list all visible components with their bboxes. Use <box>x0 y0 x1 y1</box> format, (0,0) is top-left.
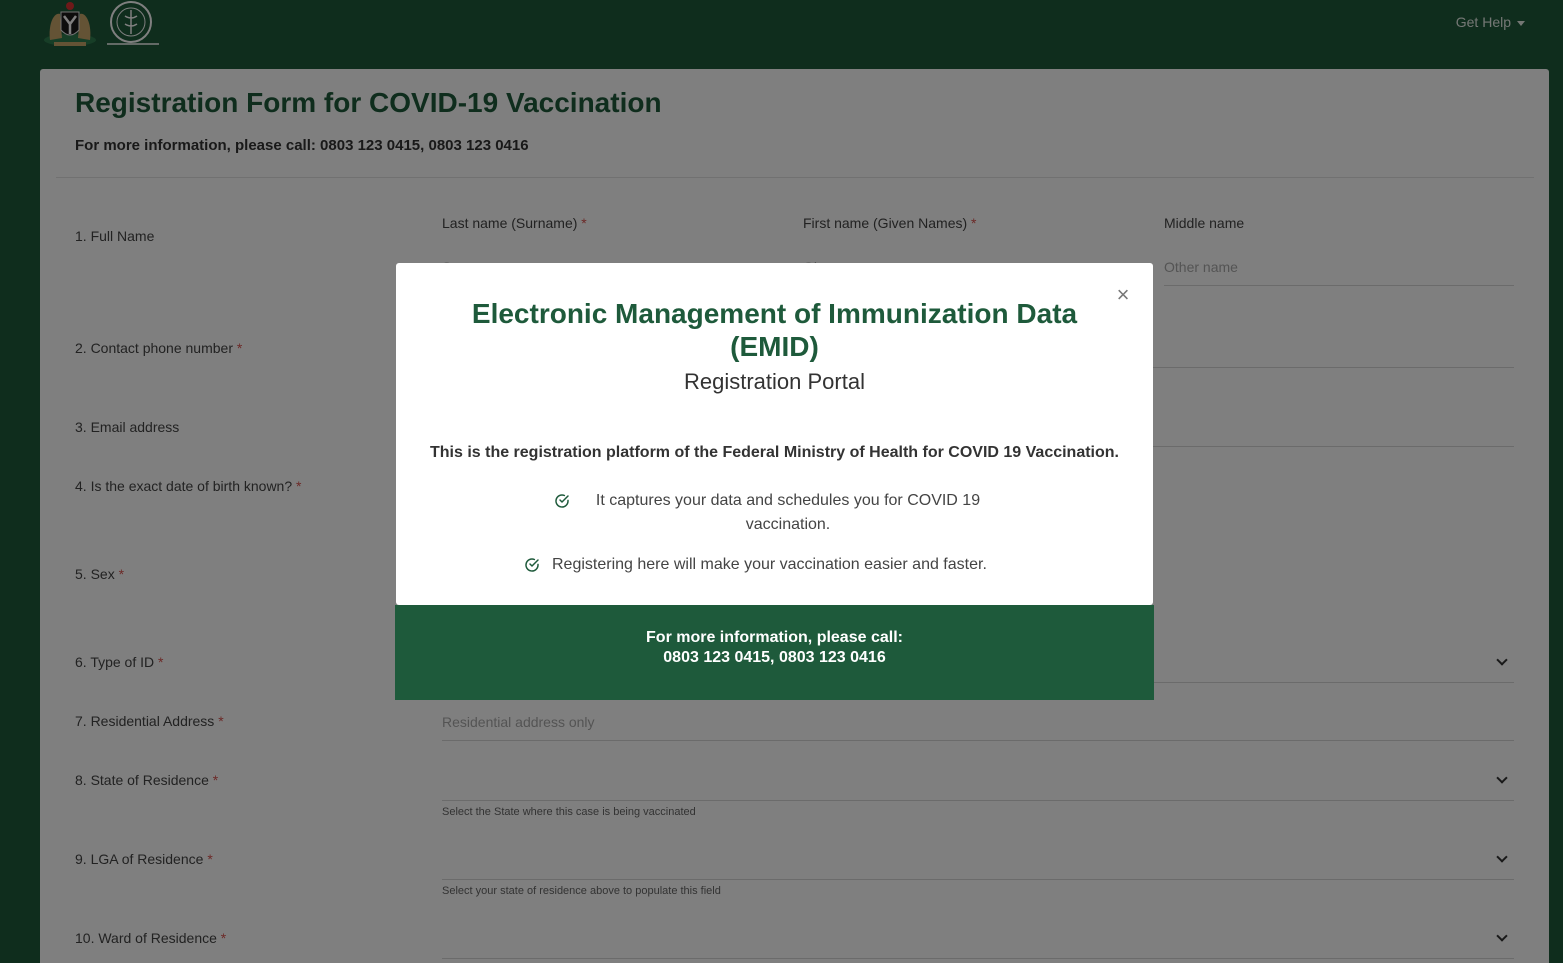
modal-point: Registering here will make your vaccinat… <box>524 553 1044 577</box>
check-circle-icon <box>525 558 539 572</box>
modal-footer: For more information, please call: 0803 … <box>395 605 1154 700</box>
modal-point: It captures your data and schedules you … <box>554 489 994 537</box>
close-icon[interactable]: × <box>1113 283 1133 307</box>
modal-title: Electronic Management of Immunization Da… <box>471 298 1078 362</box>
check-circle-icon <box>555 494 569 508</box>
emid-welcome-modal: × Electronic Management of Immunization … <box>396 263 1153 605</box>
modal-subtitle: Registration Portal <box>684 369 865 394</box>
footer-phone-numbers: 0803 123 0415, 0803 123 0416 <box>663 649 886 666</box>
footer-info-label: For more information, please call: <box>646 629 903 646</box>
modal-lead-text: This is the registration platform of the… <box>429 444 1119 461</box>
modal-point-text: It captures your data and schedules you … <box>595 492 981 533</box>
modal-point-text: Registering here will make your vaccinat… <box>552 556 987 573</box>
